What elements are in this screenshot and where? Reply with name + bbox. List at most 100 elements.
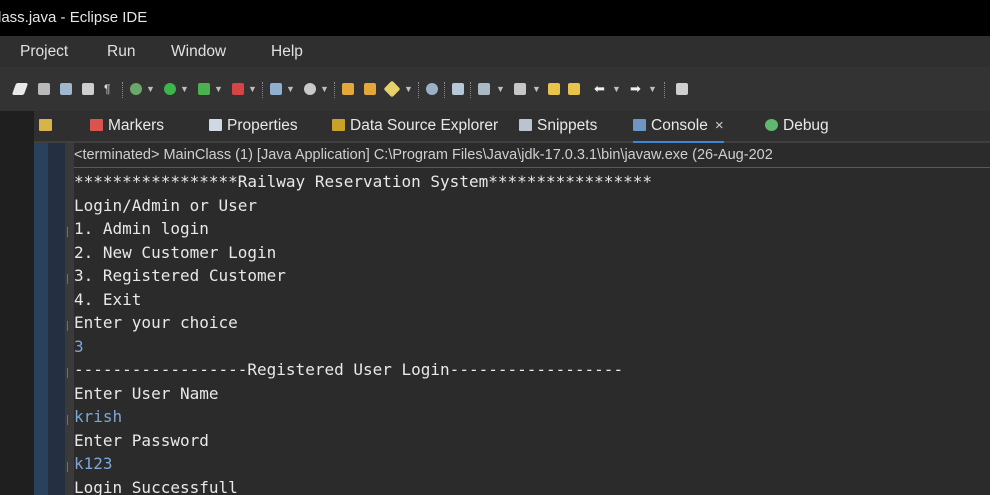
back-arrow-icon[interactable]: ⬅ xyxy=(594,82,606,95)
annotation-icon[interactable] xyxy=(452,83,464,95)
console-icon xyxy=(633,119,646,131)
console-output-line: 1. Admin login xyxy=(74,219,209,238)
toolbar-separator xyxy=(470,82,472,98)
console-input-line: 3 xyxy=(74,336,84,356)
external-tools-dropdown-icon[interactable]: ▼ xyxy=(248,84,257,94)
menu-project[interactable]: Project xyxy=(20,36,68,67)
tab-debug-label: Debug xyxy=(783,117,829,134)
close-icon[interactable]: × xyxy=(715,117,724,134)
console-output[interactable]: *****************Railway Reservation Sys… xyxy=(74,170,652,495)
tab-console-label: Console xyxy=(651,117,708,134)
pencil-icon[interactable] xyxy=(383,80,401,98)
new-server-icon[interactable] xyxy=(270,83,282,95)
run-dropdown-icon[interactable]: ▼ xyxy=(180,84,189,94)
link-icon[interactable] xyxy=(38,83,50,95)
console-output-line: Login Successfull xyxy=(74,477,238,495)
console-output-line: *****************Railway Reservation Sys… xyxy=(74,172,652,191)
console-output-line: Enter Password xyxy=(74,430,209,450)
eclipse-window: lass.java - Eclipse IDE Project Run Wind… xyxy=(0,0,990,495)
save-icon[interactable] xyxy=(60,83,72,95)
page-icon[interactable] xyxy=(82,83,94,95)
console-input-line: k123 xyxy=(74,454,113,473)
open-folder-icon[interactable] xyxy=(342,83,354,95)
console-input-line: krish xyxy=(74,407,123,426)
toolbar-separator xyxy=(334,82,336,98)
console-divider xyxy=(74,167,990,168)
forward-edit-icon[interactable] xyxy=(568,83,580,95)
menu-bar: Project Run Window Help xyxy=(0,36,990,67)
editor-gutter-shade xyxy=(48,137,65,495)
run-icon[interactable] xyxy=(164,83,176,95)
pencil-dropdown-icon[interactable]: ▼ xyxy=(404,84,413,94)
main-toolbar: ¶ ▼ ▼ ▼ ▼ ▼ ▼ ▼ ▼ ▼ ⬅ ▼ ➡ ▼ xyxy=(0,67,990,111)
next-annotation-icon[interactable] xyxy=(478,83,490,95)
console-output-line: Enter your choice xyxy=(74,313,238,332)
console-ruler xyxy=(65,137,74,495)
tab-markers[interactable]: Markers xyxy=(90,111,164,141)
toolbar-separator xyxy=(262,82,264,98)
tab-snippets[interactable]: Snippets xyxy=(519,111,597,141)
snippets-icon xyxy=(519,119,532,131)
toolbar-separator xyxy=(418,82,420,98)
console-output-line: Login/Admin or User xyxy=(74,195,258,215)
forward-arrow-icon[interactable]: ➡ xyxy=(630,82,642,95)
open-type-icon[interactable] xyxy=(364,83,376,95)
debug-icon[interactable] xyxy=(130,83,142,95)
package-explorer-icon xyxy=(39,119,52,131)
menu-help[interactable]: Help xyxy=(271,36,303,67)
menu-window[interactable]: Window xyxy=(171,36,226,67)
last-edit-icon[interactable] xyxy=(548,83,560,95)
tab-debug[interactable]: Debug xyxy=(765,111,829,141)
search-icon[interactable] xyxy=(426,83,438,95)
window-title: lass.java - Eclipse IDE xyxy=(0,9,148,26)
edit-icon[interactable] xyxy=(11,83,29,95)
console-status: <terminated> MainClass (1) [Java Applica… xyxy=(74,147,773,163)
next-annotation-dropdown-icon[interactable]: ▼ xyxy=(496,84,505,94)
tab-properties-label: Properties xyxy=(227,117,298,134)
external-tools-icon[interactable] xyxy=(232,83,244,95)
previous-annotation-icon[interactable] xyxy=(514,83,526,95)
ruler-tick xyxy=(67,415,71,425)
console-output-line: Enter User Name xyxy=(74,383,219,403)
console-output-line: 4. Exit xyxy=(74,289,142,309)
database-icon xyxy=(332,119,345,131)
tab-console[interactable]: Console × xyxy=(633,111,724,144)
tab-properties[interactable]: Properties xyxy=(209,111,298,141)
gear-icon[interactable] xyxy=(304,83,316,95)
debug-dropdown-icon[interactable]: ▼ xyxy=(146,84,155,94)
tab-data-source-explorer[interactable]: Data Source Explorer xyxy=(332,111,498,141)
menu-run[interactable]: Run xyxy=(107,36,135,67)
perspective-icon[interactable] xyxy=(676,83,688,95)
ruler-tick xyxy=(67,462,71,472)
previous-annotation-dropdown-icon[interactable]: ▼ xyxy=(532,84,541,94)
toolbar-separator xyxy=(444,82,446,98)
left-panel xyxy=(0,111,34,495)
properties-icon xyxy=(209,119,222,131)
console-output-line: 2. New Customer Login xyxy=(74,242,277,262)
ruler-tick xyxy=(67,227,71,237)
markers-icon xyxy=(90,119,103,131)
tab-data-source-explorer-label: Data Source Explorer xyxy=(350,117,499,134)
forward-dropdown-icon[interactable]: ▼ xyxy=(648,84,657,94)
coverage-dropdown-icon[interactable]: ▼ xyxy=(214,84,223,94)
gear-dropdown-icon[interactable]: ▼ xyxy=(320,84,329,94)
package-explorer-tab[interactable] xyxy=(39,111,57,141)
paragraph-icon[interactable]: ¶ xyxy=(104,83,116,95)
ruler-tick xyxy=(67,274,71,284)
console-output-line: ------------------Registered User Login-… xyxy=(74,360,624,379)
console-output-line: 3. Registered Customer xyxy=(74,266,286,285)
editor-gutter xyxy=(34,137,48,495)
ruler-tick xyxy=(67,321,71,331)
ruler-tick xyxy=(67,368,71,378)
new-server-dropdown-icon[interactable]: ▼ xyxy=(286,84,295,94)
toolbar-separator xyxy=(122,82,124,98)
console-view: <terminated> MainClass (1) [Java Applica… xyxy=(74,143,990,495)
coverage-icon[interactable] xyxy=(198,83,210,95)
tab-markers-label: Markers xyxy=(108,117,164,134)
tab-snippets-label: Snippets xyxy=(537,117,598,134)
toolbar-separator xyxy=(664,82,666,98)
view-tab-bar: Markers Properties Data Source Explorer … xyxy=(34,111,990,144)
debug-view-icon xyxy=(765,119,778,131)
title-bar: lass.java - Eclipse IDE xyxy=(0,0,990,36)
back-dropdown-icon[interactable]: ▼ xyxy=(612,84,621,94)
